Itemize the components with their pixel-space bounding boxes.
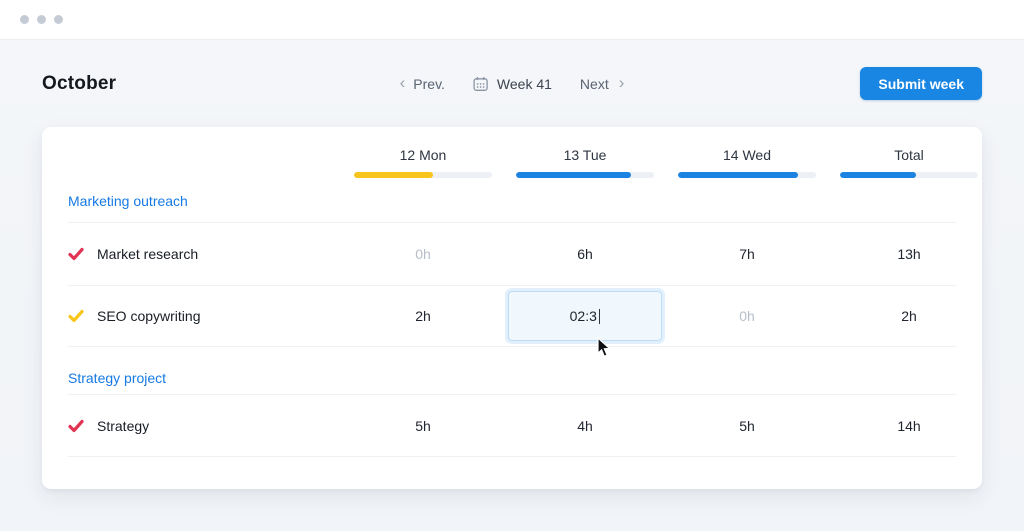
progress-bar <box>354 172 492 178</box>
week-selector[interactable]: Week 41 <box>473 76 552 92</box>
table-row: Market research 0h 6h 7h 13h <box>68 223 956 286</box>
column-header-tue: 13 Tue <box>516 147 654 178</box>
time-cell[interactable]: 6h <box>516 246 654 262</box>
window-dot-icon[interactable] <box>20 15 29 24</box>
activity-name: Strategy <box>97 417 150 434</box>
activity-name: SEO copywriting <box>97 308 201 324</box>
column-header-mon: 12 Mon <box>354 147 492 178</box>
submit-week-button[interactable]: Submit week <box>860 67 982 100</box>
text-caret <box>598 308 601 324</box>
time-cell[interactable]: 2h <box>354 308 492 324</box>
section-header: Marketing outreach <box>68 178 956 223</box>
time-cell[interactable]: 5h <box>354 418 492 434</box>
check-icon[interactable] <box>68 309 84 323</box>
total-cell: 2h <box>901 308 917 324</box>
section-header: Strategy project <box>68 347 956 395</box>
section-title-strategy-project[interactable]: Strategy project <box>68 370 166 386</box>
chevron-right-icon: › <box>618 73 625 92</box>
table-row: Strategy 5h 4h 5h 14h <box>68 395 956 457</box>
next-label: Next <box>579 75 609 92</box>
progress-bar <box>678 172 816 178</box>
window-dot-icon[interactable] <box>37 15 46 24</box>
progress-bar <box>840 172 978 178</box>
week-label: Week 41 <box>496 75 552 92</box>
page-title: October <box>42 72 117 94</box>
window-titlebar <box>0 0 1024 40</box>
calendar-icon <box>473 76 489 92</box>
table-row: SEO copywriting 2h 02:3 0h 2h <box>68 286 956 347</box>
time-cell[interactable]: 0h <box>354 246 492 262</box>
window-dot-icon[interactable] <box>54 15 63 24</box>
time-input-value: 02:3 <box>569 308 597 324</box>
time-cell[interactable]: 5h <box>678 418 816 434</box>
column-header-wed: 14 Wed <box>678 147 816 178</box>
section-title-marketing-outreach[interactable]: Marketing outreach <box>68 193 188 209</box>
time-input[interactable]: 02:3 <box>508 291 662 341</box>
total-cell: 14h <box>897 417 921 434</box>
timesheet-card: 12 Mon 13 Tue 14 Wed Total Marketing out… <box>42 127 982 489</box>
prev-label: Prev. <box>413 75 445 92</box>
check-icon[interactable] <box>68 419 84 433</box>
prev-week-button[interactable]: ‹ Prev. <box>399 73 445 92</box>
time-cell[interactable]: 0h <box>678 308 816 324</box>
page-header: October ‹ Prev. Week 41 Next › Submit we… <box>0 40 1024 127</box>
column-header-total: Total <box>840 147 978 178</box>
next-week-button[interactable]: Next › <box>579 73 625 92</box>
progress-bar <box>516 172 654 178</box>
week-navigation: ‹ Prev. Week 41 Next › <box>399 73 625 92</box>
column-header-row: 12 Mon 13 Tue 14 Wed Total <box>68 127 978 178</box>
chevron-left-icon: ‹ <box>399 73 406 92</box>
time-cell[interactable]: 4h <box>516 418 654 434</box>
check-icon[interactable] <box>68 247 84 261</box>
time-cell[interactable]: 7h <box>678 246 816 262</box>
total-cell: 13h <box>897 246 921 262</box>
activity-name: Market research <box>97 246 199 262</box>
